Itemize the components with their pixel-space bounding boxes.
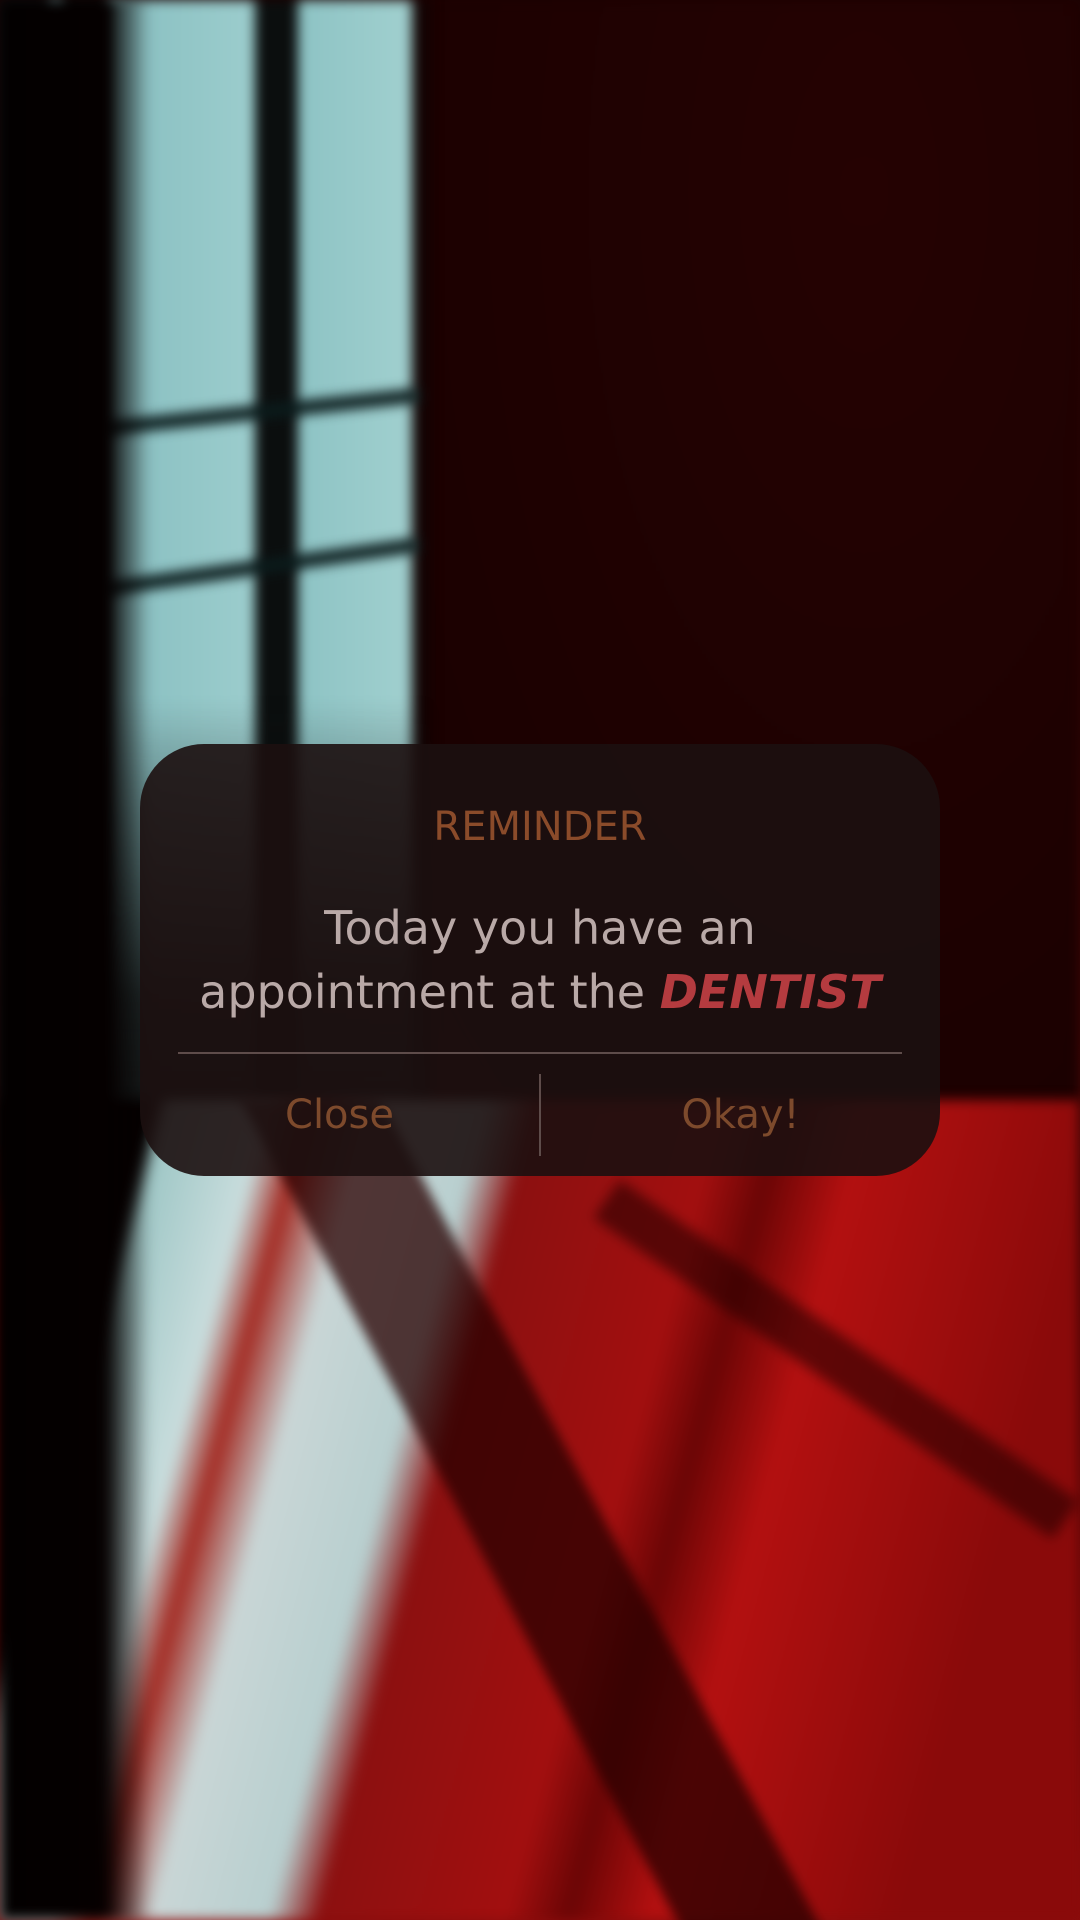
dialog-title: REMINDER [433,804,647,850]
message-highlight: DENTIST [659,965,881,1019]
close-button[interactable]: Close [140,1064,539,1166]
reminder-dialog: REMINDER Today you have an appointment a… [140,744,940,1176]
message-line-2-text: appointment at the [199,965,660,1019]
message-line-1: Today you have an [324,901,756,955]
okay-button[interactable]: Okay! [541,1064,940,1166]
message-line-2: appointment at the DENTIST [180,960,900,1024]
screen: REMINDER Today you have an appointment a… [0,0,1080,1920]
background-left-edge [0,0,150,1920]
dialog-divider [178,1052,902,1054]
dialog-message: Today you have an appointment at the DEN… [180,896,900,1024]
